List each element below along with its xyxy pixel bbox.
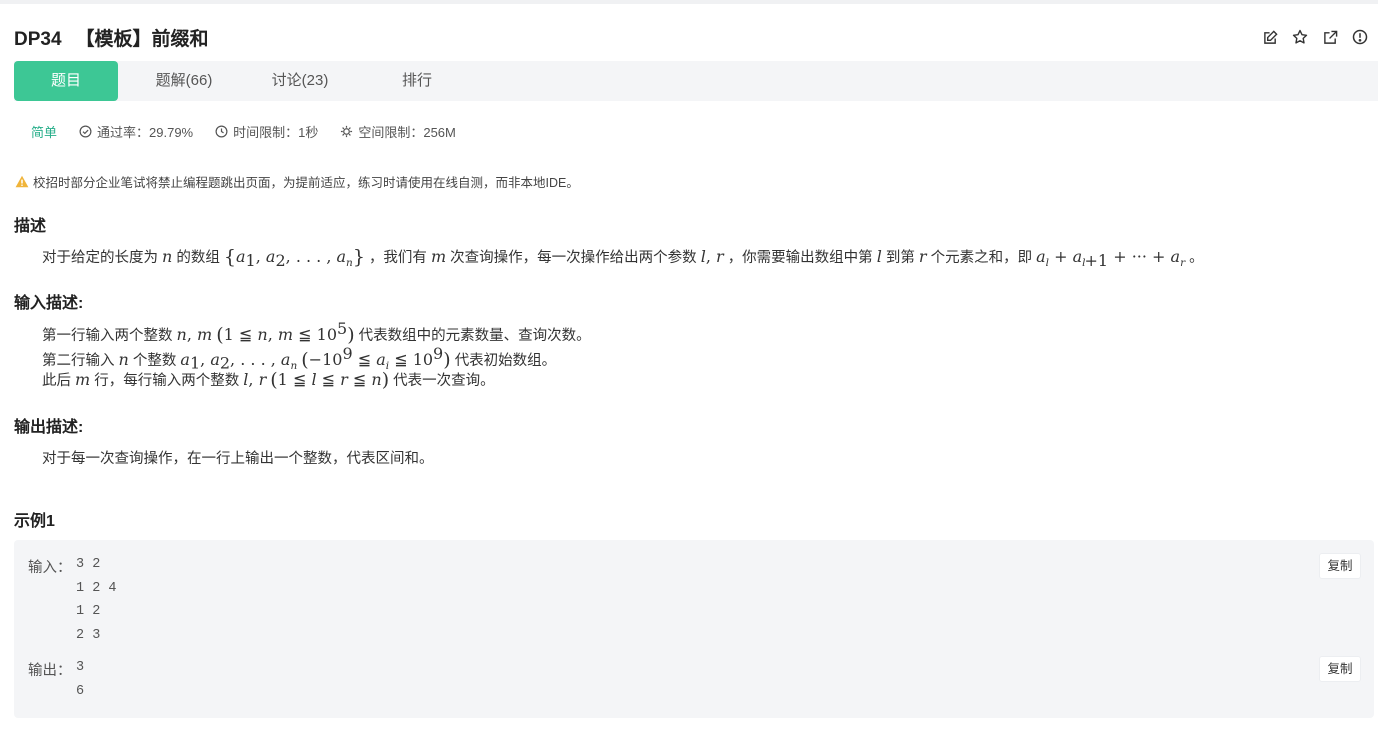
report-icon[interactable] (1350, 27, 1370, 47)
description-heading: 描述 (14, 218, 47, 235)
title-actions (1260, 27, 1370, 47)
edit-icon[interactable] (1260, 27, 1280, 47)
warning-text: 校招时部分企业笔试将禁止编程题跳出页面，为提前适应，练习时请使用在线自测，而非本… (33, 176, 579, 190)
tab-solutions[interactable]: 题解(66) (132, 61, 236, 101)
input-description-line: 此后 m 行，每行输入两个整数 l, r (1 ≦ l ≦ r ≦ n) 代表一… (42, 369, 495, 391)
problem-title: 【模板】前缀和 (75, 29, 209, 50)
top-strip (0, 0, 1378, 4)
copy-input-button[interactable]: 复制 (1319, 553, 1361, 579)
open-external-icon[interactable] (1320, 27, 1340, 47)
tab-discussion[interactable]: 讨论(23) (248, 61, 352, 101)
input-label: 输入： (28, 560, 72, 576)
example-input[interactable]: 3 2 1 2 4 1 2 2 3 (76, 553, 117, 647)
problem-meta: 简单 通过率：29.79% 时间限制：1秒 空间限制：256M (31, 122, 478, 141)
input-description-line: 第一行输入两个整数 n, m (1 ≦ n, m ≦ 105) 代表数组中的元素… (42, 319, 591, 346)
difficulty-badge: 简单 (31, 125, 58, 140)
pass-rate: 通过率：29.79% (97, 125, 194, 140)
memory-icon (341, 125, 353, 138)
input-description-heading: 输入描述: (14, 295, 84, 312)
time-limit: 时间限制：1秒 (233, 125, 319, 140)
output-label: 输出： (28, 663, 72, 679)
tab-problem[interactable]: 题目 (14, 61, 118, 101)
copy-output-button[interactable]: 复制 (1319, 656, 1361, 682)
example-heading: 示例1 (14, 513, 55, 530)
page-title: DP34 【模板】前缀和 (14, 24, 209, 51)
output-description-heading: 输出描述: (14, 419, 84, 436)
output-description-text: 对于每一次查询操作，在一行上输出一个整数，代表区间和。 (42, 451, 434, 467)
tab-bar: 题目 题解(66) 讨论(23) 排行 (14, 61, 1378, 101)
clock-icon (215, 125, 228, 138)
tab-ranking[interactable]: 排行 (365, 61, 469, 101)
example-box: 输入： 3 2 1 2 4 1 2 2 3 复制 输出： 3 6 复制 (14, 540, 1374, 718)
check-circle-icon (79, 125, 92, 138)
ide-warning: 校招时部分企业笔试将禁止编程题跳出页面，为提前适应，练习时请使用在线自测，而非本… (15, 172, 579, 191)
space-limit: 空间限制：256M (358, 125, 456, 140)
star-icon[interactable] (1290, 27, 1310, 47)
warning-icon (15, 175, 29, 188)
example-output[interactable]: 3 6 (76, 656, 84, 703)
description-text: 对于给定的长度为 n 的数组 {a1, a2, . . . , an} ，我们有… (42, 246, 1204, 270)
problem-id: DP34 (14, 29, 62, 50)
